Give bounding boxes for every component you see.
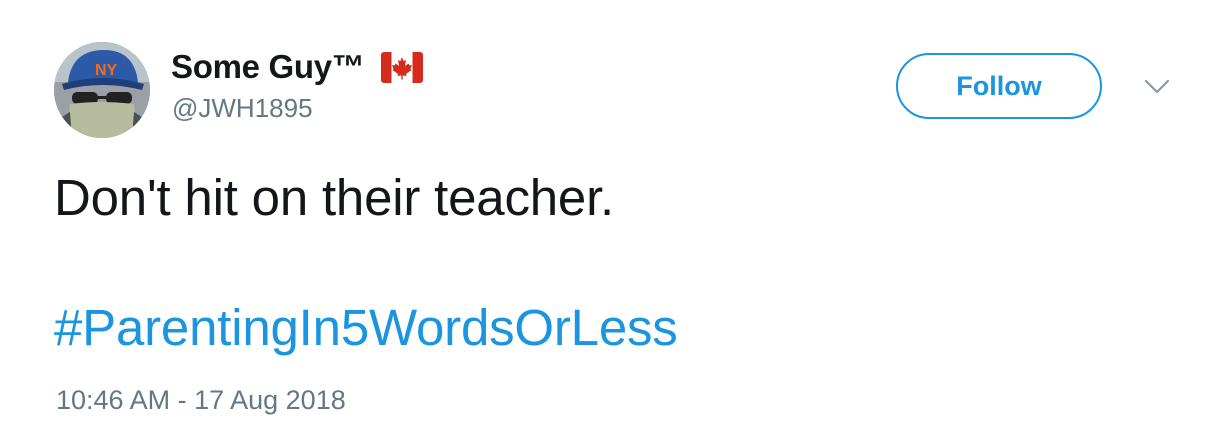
hashtag-link[interactable]: #ParentingIn5WordsOrLess	[54, 298, 678, 357]
avatar[interactable]: NY	[54, 42, 150, 138]
tweet-text: Don't hit on their teacher.	[54, 169, 615, 226]
display-name-row: Some Guy™	[171, 47, 423, 87]
user-handle[interactable]: @JWH1895	[172, 93, 313, 124]
follow-button[interactable]: Follow	[896, 53, 1102, 119]
tweet-timestamp[interactable]: 10:46 AM - 17 Aug 2018	[56, 385, 346, 416]
svg-text:NY: NY	[95, 62, 118, 79]
profile-photo-icon: NY	[54, 42, 150, 138]
display-name[interactable]: Some Guy™	[171, 48, 365, 86]
chevron-down-icon[interactable]	[1144, 78, 1170, 96]
canada-flag-icon	[380, 51, 423, 83]
tweet-card: NY Some Guy™ @JWH1895 Follow Don't hit o…	[0, 0, 1228, 438]
